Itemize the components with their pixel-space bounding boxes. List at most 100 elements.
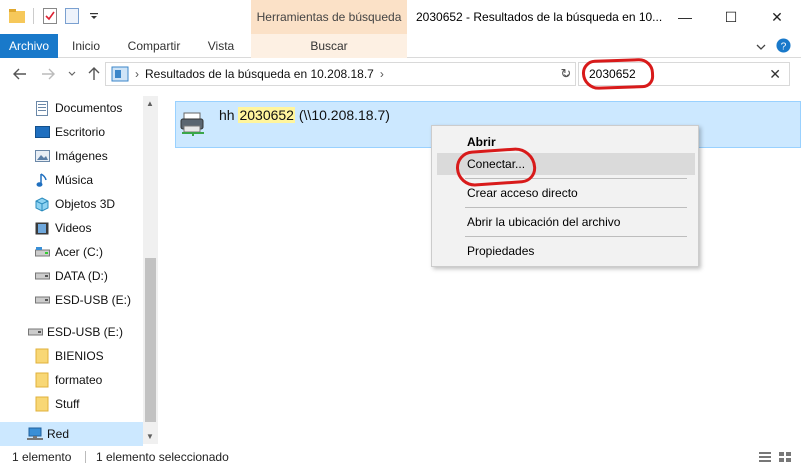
folder-icon [34,348,50,364]
sidebar-item-escritorio[interactable]: Escritorio [0,120,143,144]
menu-divider [465,207,687,208]
music-icon [34,172,50,188]
sidebar-item-label: Objetos 3D [55,197,116,211]
sidebar-scrollbar[interactable]: ▲ ▼ [143,96,158,444]
desktop-icon [34,124,50,140]
annotation-circle [581,57,655,91]
sidebar-item-label: Red [47,427,70,441]
sidebar-item-videos[interactable]: Videos [0,216,143,240]
sidebar-item-label: DATA (D:) [55,269,108,283]
new-folder-icon[interactable] [63,6,81,26]
clear-search-button[interactable]: ✕ [769,66,781,83]
sidebar-item-label: Stuff [55,397,80,411]
documents-icon [34,100,50,116]
quick-access-toolbar [8,6,103,26]
sidebar-item-musica[interactable]: Música [0,168,143,192]
maximize-button[interactable]: ☐ [708,0,754,34]
chevron-down-icon[interactable] [756,40,766,54]
search-match-highlight: 2030652 [238,107,295,123]
sidebar-item-red[interactable]: Red [0,422,143,446]
tab-vista[interactable]: Vista [194,34,248,58]
folder-icon [34,396,50,412]
breadcrumb[interactable]: Resultados de la búsqueda en 10.208.18.7 [145,67,374,81]
sidebar-item-documentos[interactable]: Documentos [0,96,143,120]
sidebar-item-label: ESD-USB (E:) [47,325,124,339]
sidebar-item-esd-usb-e-root[interactable]: ESD-USB (E:) [0,320,143,344]
ribbon-controls: ? [756,38,791,56]
large-icons-view-icon[interactable] [778,451,792,463]
breadcrumb-separator[interactable]: › [380,67,384,81]
sidebar-item-label: BIENIOS [55,349,104,363]
menu-divider [465,236,687,237]
chevron-down-icon [68,71,76,76]
search-results-icon [111,66,129,82]
scroll-down-icon[interactable]: ▼ [146,432,154,441]
sidebar-item-bienios[interactable]: BIENIOS [0,344,143,368]
3d-objects-icon [34,196,50,212]
recent-locations-button[interactable] [62,64,82,84]
folder-icon [34,372,50,388]
network-printer-icon [180,111,206,137]
tab-buscar[interactable]: Buscar [251,34,407,58]
forward-button[interactable] [38,64,58,84]
scroll-up-icon[interactable]: ▲ [146,99,154,108]
sidebar-item-label: formateo [55,373,103,387]
selection-count: 1 elemento seleccionado [96,450,229,464]
ribbon-tabs: Archivo Inicio Compartir Vista Buscar ? [0,34,801,58]
network-icon [27,426,43,442]
usb-drive-icon [27,324,43,340]
navigation-bar: › Resultados de la búsqueda en 10.208.18… [0,58,801,90]
videos-icon [34,220,50,236]
sidebar-item-label: Música [55,173,94,187]
pictures-icon [34,148,50,164]
details-view-icon[interactable] [758,451,772,463]
menu-item-abrir-ubicacion[interactable]: Abrir la ubicación del archivo [437,211,695,233]
back-button[interactable] [10,64,30,84]
sidebar-item-stuff[interactable]: Stuff [0,392,143,416]
address-bar[interactable]: › Resultados de la búsqueda en 10.208.18… [105,62,576,86]
up-arrow-icon [88,67,100,80]
close-button[interactable]: ✕ [754,0,800,34]
result-name-prefix: hh [219,107,239,123]
refresh-button[interactable]: ↻ [557,66,575,82]
sidebar-item-formateo[interactable]: formateo [0,368,143,392]
usb-drive-icon [34,292,50,308]
status-divider [85,451,86,463]
tab-compartir[interactable]: Compartir [114,34,194,58]
search-tools-header: Herramientas de búsqueda [251,0,407,34]
result-name-suffix: (\\10.208.18.7) [294,107,390,123]
breadcrumb-separator[interactable]: › [135,67,139,81]
customize-toolbar-icon[interactable] [85,6,103,26]
sidebar-item-label: Acer (C:) [55,245,103,259]
sidebar-item-label: ESD-USB (E:) [55,293,132,307]
item-count: 1 elemento [12,450,72,464]
sidebar-item-label: Documentos [55,101,123,115]
back-arrow-icon [13,68,26,80]
status-bar: 1 elemento 1 elemento seleccionado [0,446,801,469]
scrollbar-thumb[interactable] [145,258,156,422]
sidebar-item-label: Videos [55,221,92,235]
minimize-button[interactable]: — [662,0,708,34]
up-button[interactable] [84,64,104,84]
result-name[interactable]: hh 2030652 (\\10.208.18.7) [219,107,390,123]
svg-text:?: ? [781,41,787,52]
annotation-circle [454,146,538,188]
drive-icon [34,244,50,260]
tab-inicio[interactable]: Inicio [58,34,114,58]
sidebar-item-objetos-3d[interactable]: Objetos 3D [0,192,143,216]
drive-icon [34,268,50,284]
toolbar-divider [33,8,34,24]
app-icon[interactable] [8,6,26,26]
sidebar-item-imagenes[interactable]: Imágenes [0,144,143,168]
sidebar-item-label: Imágenes [55,149,108,163]
title-bar: Herramientas de búsqueda 2030652 - Resul… [0,0,801,34]
sidebar-item-label: Escritorio [55,125,106,139]
tab-archivo[interactable]: Archivo [0,34,58,58]
help-icon[interactable]: ? [776,38,791,56]
forward-arrow-icon [42,68,55,80]
properties-icon[interactable] [41,6,59,26]
sidebar-item-esd-usb-e[interactable]: ESD-USB (E:) [0,288,143,312]
menu-item-propiedades[interactable]: Propiedades [437,240,695,262]
sidebar-item-data-d[interactable]: DATA (D:) [0,264,143,288]
sidebar-item-acer-c[interactable]: Acer (C:) [0,240,143,264]
